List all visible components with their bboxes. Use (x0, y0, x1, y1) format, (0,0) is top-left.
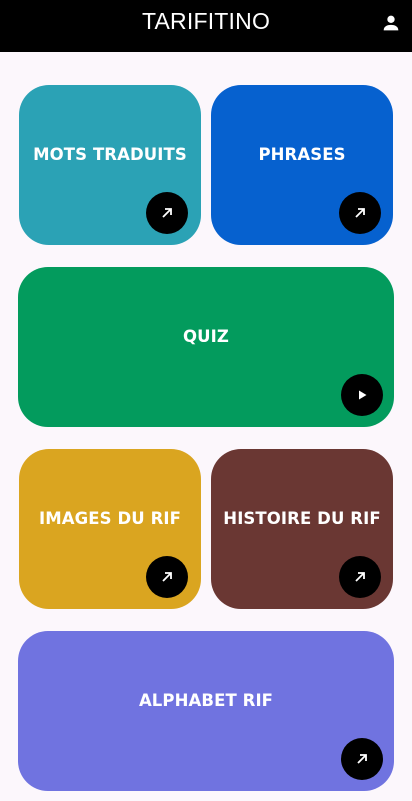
card-quiz[interactable]: QUIZ (18, 267, 394, 427)
play-icon (359, 390, 367, 400)
arrow-up-right-icon (162, 572, 172, 582)
arrow-up-right-icon (162, 208, 172, 218)
arrow-up-right-icon (357, 754, 367, 764)
card-images-du-rif[interactable]: IMAGES DU RIF (19, 449, 201, 609)
profile-button[interactable] (380, 12, 402, 34)
card-label: QUIZ (183, 327, 229, 346)
card-label: PHRASES (258, 145, 346, 164)
arrow-up-right-icon (355, 208, 365, 218)
card-label: ALPHABET RIF (138, 691, 274, 710)
app-bar: TARIFITINO (0, 0, 412, 52)
open-button[interactable] (339, 192, 381, 234)
open-button[interactable] (146, 192, 188, 234)
play-button[interactable] (341, 374, 383, 416)
card-mots-traduits[interactable]: MOTS TRADUITS (19, 85, 201, 245)
app-title: TARIFITINO (141, 8, 271, 34)
card-alphabet-rif[interactable]: ALPHABET RIF (18, 631, 394, 791)
card-label: MOTS TRADUITS (33, 145, 187, 164)
person-icon (383, 15, 399, 31)
card-histoire-du-rif[interactable]: HISTOIRE DU RIF (211, 449, 393, 609)
open-button[interactable] (146, 556, 188, 598)
card-label: IMAGES DU RIF (38, 509, 182, 528)
card-phrases[interactable]: PHRASES (211, 85, 393, 245)
open-button[interactable] (341, 738, 383, 780)
open-button[interactable] (339, 556, 381, 598)
card-label: HISTOIRE DU RIF (223, 509, 381, 528)
arrow-up-right-icon (355, 572, 365, 582)
